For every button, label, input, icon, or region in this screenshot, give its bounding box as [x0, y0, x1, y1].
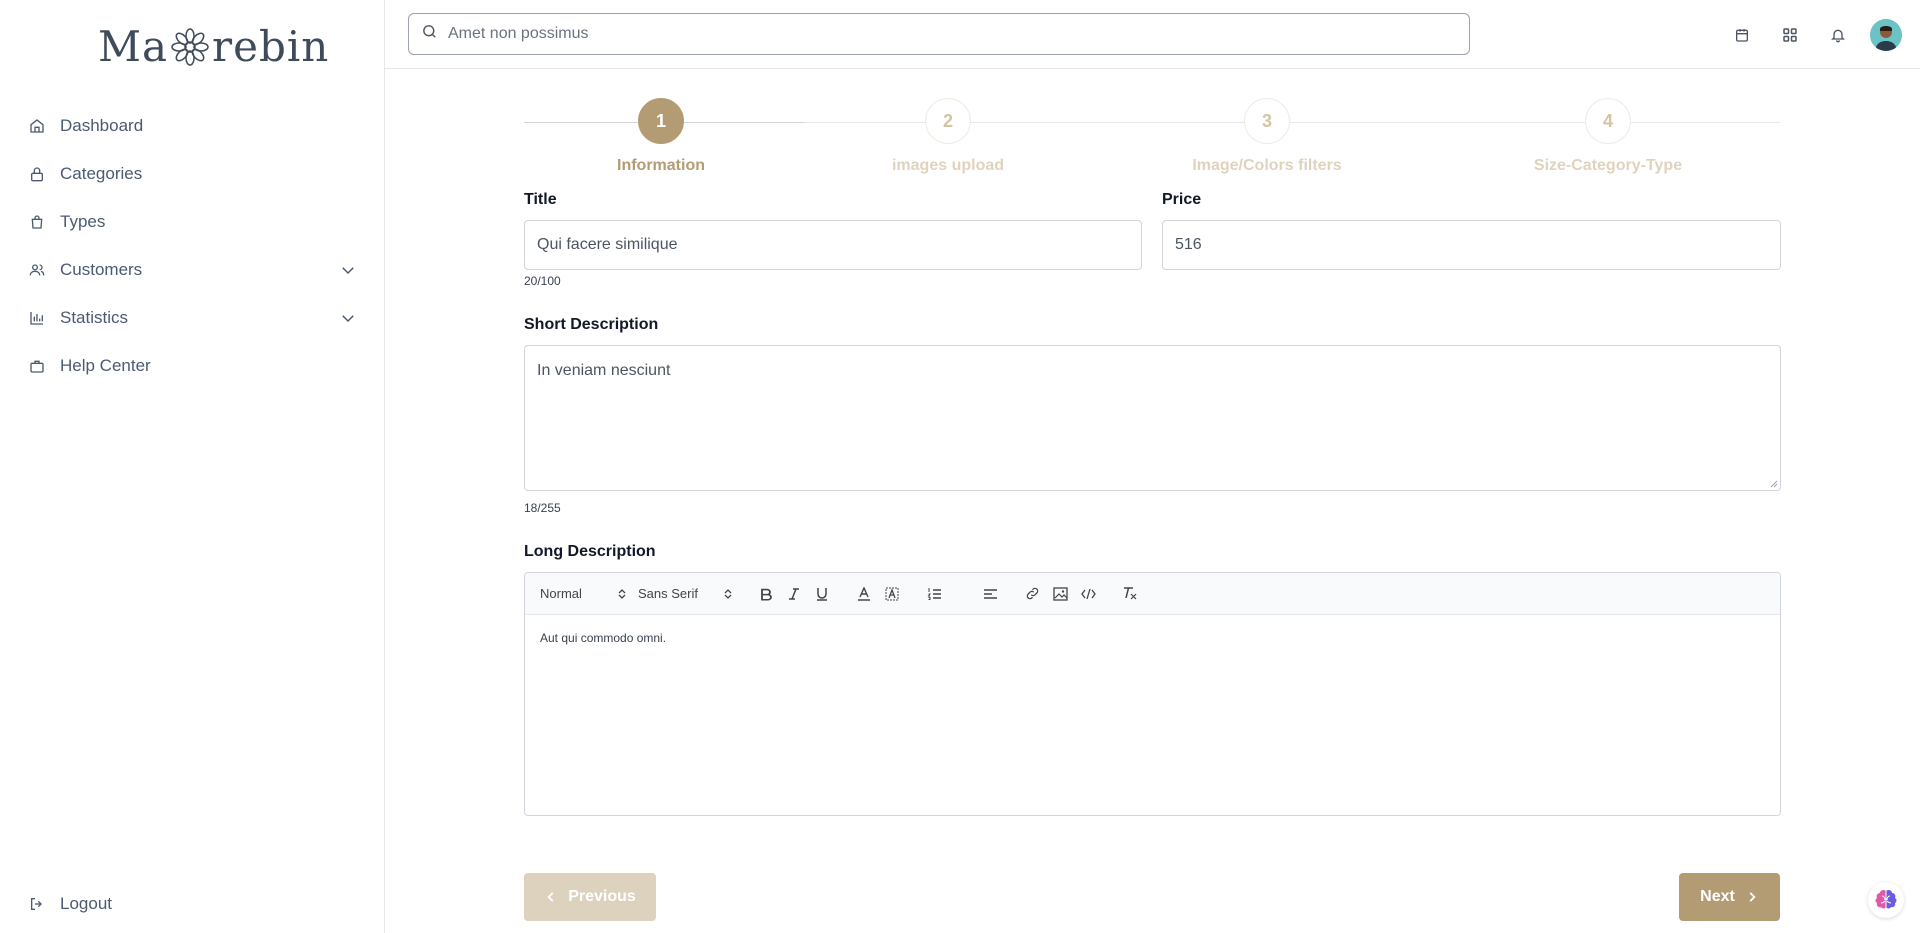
sidebar-item-categories[interactable]: Categories — [0, 150, 385, 198]
step-label: Size-Category-Type — [1533, 157, 1683, 174]
step-size-category-type[interactable]: 4 Size-Category-Type — [1478, 98, 1738, 175]
shopping-bag-icon — [28, 213, 46, 231]
sidebar-item-statistics[interactable]: Statistics — [0, 294, 385, 342]
font-select-value: Sans Serif — [638, 586, 698, 601]
logout-button[interactable]: Logout — [0, 880, 385, 928]
sidebar-item-label: Dashboard — [60, 116, 144, 135]
sidebar-item-label: Statistics — [60, 308, 129, 327]
price-label: Price — [1162, 191, 1202, 208]
chevron-left-icon — [547, 892, 554, 902]
bell-icon[interactable] — [1814, 15, 1862, 55]
chevron-down-icon[interactable] — [339, 309, 357, 332]
shopping-bag-icon — [28, 357, 46, 375]
step-images-upload[interactable]: 2 images upload — [818, 98, 1078, 175]
sidebar-item-help-center[interactable]: Help Center — [0, 342, 385, 390]
heading-select[interactable]: Normal — [540, 586, 638, 601]
step-number: 2 — [925, 98, 971, 144]
rich-text-editor: Normal Sans Serif Aut qui commodo omni. — [524, 572, 1781, 816]
previous-button[interactable]: Previous — [524, 873, 656, 921]
step-information[interactable]: 1 Information — [531, 98, 791, 175]
logout-icon — [28, 895, 46, 913]
search-box[interactable] — [408, 13, 1470, 55]
sidebar-item-label: Help Center — [60, 356, 151, 375]
editor-paragraph: Aut qui commodo omni. — [540, 631, 667, 645]
logo-text-left: Ma — [98, 22, 169, 71]
step-number: 3 — [1244, 98, 1290, 144]
short-description-value: In veniam nesciunt — [537, 362, 671, 379]
flower-logo-icon — [171, 27, 209, 66]
font-select[interactable]: Sans Serif — [638, 586, 744, 601]
stepper: 1 Information 2 images upload 3 Image/Co… — [524, 98, 1780, 178]
logout-label: Logout — [60, 894, 112, 913]
underline-icon[interactable] — [808, 582, 836, 606]
ai-assistant-brain-icon[interactable] — [1868, 882, 1904, 918]
lock-icon — [28, 165, 46, 183]
search-input[interactable] — [448, 25, 1348, 43]
title-counter: 20/100 — [524, 274, 561, 288]
chevron-down-icon[interactable] — [339, 261, 357, 284]
bold-icon[interactable] — [752, 582, 780, 606]
title-input[interactable]: Qui facere similique — [524, 220, 1142, 270]
calendar-icon[interactable] — [1718, 15, 1766, 55]
chevron-right-icon — [1749, 892, 1756, 902]
sidebar-item-label: Customers — [60, 260, 143, 279]
ordered-list-icon[interactable] — [920, 582, 948, 606]
sidebar-item-label: Categories — [60, 164, 143, 183]
step-label: Image/Colors filters — [1192, 157, 1342, 174]
image-icon[interactable] — [1046, 582, 1074, 606]
short-description-counter: 18/255 — [524, 501, 561, 515]
title-label: Title — [524, 191, 557, 208]
previous-label: Previous — [568, 888, 636, 905]
logo-text-right: rebin — [212, 22, 330, 71]
long-description-label: Long Description — [524, 543, 656, 560]
step-image-colors-filters[interactable]: 3 Image/Colors filters — [1137, 98, 1397, 175]
next-label: Next — [1700, 888, 1735, 905]
step-label: Information — [617, 157, 705, 174]
select-arrows-icon — [724, 588, 732, 599]
users-icon — [28, 261, 46, 279]
apps-grid-icon[interactable] — [1766, 15, 1814, 55]
step-number: 1 — [638, 98, 684, 144]
link-icon[interactable] — [1018, 582, 1046, 606]
short-description-label: Short Description — [524, 316, 659, 333]
step-number: 4 — [1585, 98, 1631, 144]
italic-icon[interactable] — [780, 582, 808, 606]
step-label: images upload — [891, 157, 1005, 174]
background-color-icon[interactable] — [878, 582, 906, 606]
home-icon — [28, 117, 46, 135]
code-icon[interactable] — [1074, 582, 1102, 606]
select-arrows-icon — [618, 588, 626, 599]
sidebar: Ma rebin Dashboard Categories Types Cust… — [0, 0, 385, 933]
sidebar-item-dashboard[interactable]: Dashboard — [0, 102, 385, 150]
text-color-icon[interactable] — [850, 582, 878, 606]
editor-toolbar: Normal Sans Serif — [525, 573, 1780, 615]
bar-chart-icon — [28, 309, 46, 327]
top-icons — [1718, 0, 1920, 69]
avatar[interactable] — [1870, 18, 1902, 51]
brand-logo[interactable]: Ma rebin — [98, 22, 329, 71]
logout-section: Logout — [0, 880, 385, 928]
sidebar-item-label: Types — [60, 212, 106, 231]
sidebar-nav: Dashboard Categories Types Customers Sta… — [0, 102, 385, 390]
search-icon — [421, 23, 438, 45]
clear-formatting-icon[interactable] — [1116, 582, 1144, 606]
editor-content[interactable]: Aut qui commodo omni. — [525, 615, 1780, 661]
sidebar-item-customers[interactable]: Customers — [0, 246, 385, 294]
heading-select-value: Normal — [540, 586, 582, 601]
top-bar — [385, 0, 1920, 69]
sidebar-item-types[interactable]: Types — [0, 198, 385, 246]
main-content: 1 Information 2 images upload 3 Image/Co… — [385, 70, 1920, 933]
short-description-textarea[interactable]: In veniam nesciunt — [524, 345, 1781, 491]
next-button[interactable]: Next — [1679, 873, 1780, 921]
resize-handle-icon[interactable] — [1770, 480, 1778, 488]
align-left-icon[interactable] — [976, 582, 1004, 606]
price-input[interactable]: 516 — [1162, 220, 1781, 270]
